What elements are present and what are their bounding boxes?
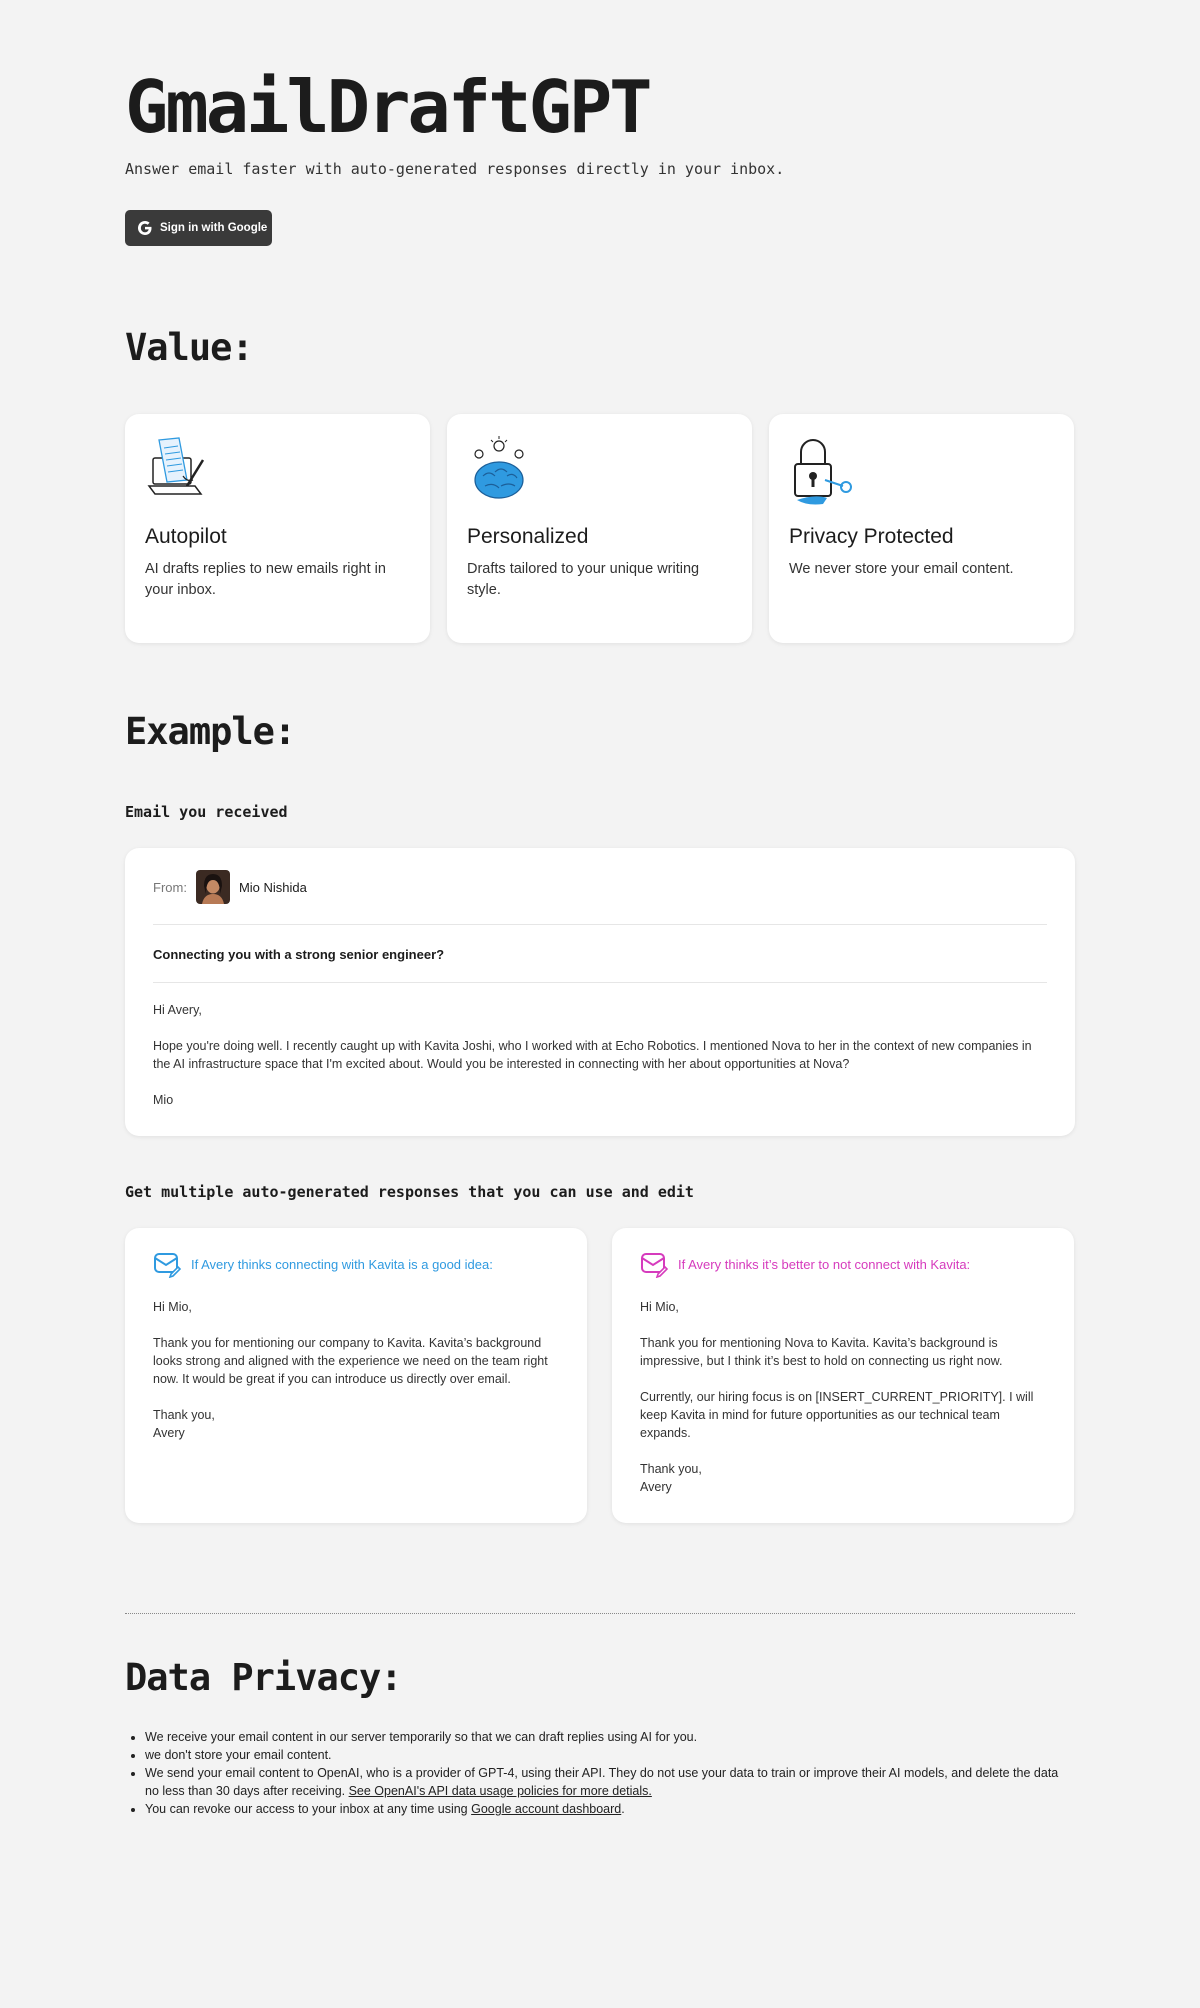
value-card-desc: Drafts tailored to your unique writing s… bbox=[467, 561, 700, 598]
value-card-privacy: Privacy Protected We never store your em… bbox=[769, 414, 1074, 643]
privacy-item-text: We receive your email content in our ser… bbox=[145, 1730, 698, 1744]
response-heading: If Avery thinks connecting with Kavita i… bbox=[191, 1256, 493, 1272]
value-card-title: Personalized bbox=[467, 525, 589, 548]
value-card-title: Autopilot bbox=[145, 525, 227, 548]
privacy-item-text: . bbox=[621, 1802, 625, 1816]
response-card-positive: If Avery thinks connecting with Kavita i… bbox=[125, 1228, 587, 1523]
response-paragraph: Thank you for mentioning our company to … bbox=[153, 1336, 548, 1386]
value-heading: Value: bbox=[125, 326, 254, 369]
brain-illustration-icon bbox=[474, 436, 524, 499]
value-card-desc: AI drafts replies to new emails right in… bbox=[145, 561, 386, 598]
page-title: GmailDraftGPT bbox=[125, 65, 653, 149]
privacy-item-text: You can revoke our access to your inbox … bbox=[145, 1802, 472, 1816]
value-card-personalized: Personalized Drafts tailored to your uni… bbox=[447, 414, 752, 643]
response-body: Hi Mio, Thank you for mentioning our com… bbox=[153, 1298, 559, 1442]
example-heading: Example: bbox=[125, 710, 296, 753]
privacy-heading: Data Privacy: bbox=[125, 1656, 403, 1699]
value-card-desc: We never store your email content. bbox=[789, 561, 1014, 577]
page-subtitle: Answer email faster with auto-generated … bbox=[125, 160, 785, 178]
privacy-item: we don't store your email content. bbox=[145, 1746, 1075, 1764]
sender-avatar bbox=[195, 870, 230, 904]
email-greeting: Hi Avery, bbox=[153, 1003, 202, 1017]
sender-name: Mio Nishida bbox=[238, 879, 307, 895]
privacy-item: We receive your email content in our ser… bbox=[145, 1728, 1075, 1746]
responses-row: If Avery thinks connecting with Kavita i… bbox=[125, 1228, 1075, 1523]
response-card-negative: If Avery thinks it’s better to not conne… bbox=[612, 1228, 1074, 1523]
email-subject: Connecting you with a strong senior engi… bbox=[153, 947, 445, 962]
email-from-row: From: Mio Nishida bbox=[153, 870, 1047, 904]
received-email-card: From: Mio Nishida Connecting you with a … bbox=[125, 848, 1075, 1136]
privacy-item-text: we don't store your email content. bbox=[145, 1748, 332, 1762]
response-signoff: Thank you, Avery bbox=[640, 1462, 702, 1494]
response-header: If Avery thinks connecting with Kavita i… bbox=[153, 1250, 559, 1278]
autopilot-illustration-icon bbox=[147, 437, 205, 495]
privacy-list: We receive your email content in our ser… bbox=[125, 1728, 1075, 1818]
response-paragraph: Thank you for mentioning Nova to Kavita.… bbox=[640, 1336, 1003, 1368]
response-signoff: Thank you, Avery bbox=[153, 1408, 215, 1440]
email-received-label: Email you received bbox=[125, 803, 288, 821]
email-signoff: Mio bbox=[153, 1093, 174, 1107]
response-heading: If Avery thinks it’s better to not conne… bbox=[678, 1256, 971, 1272]
from-label: From: bbox=[153, 879, 187, 895]
value-card-autopilot: Autopilot AI drafts replies to new email… bbox=[125, 414, 430, 643]
response-body: Hi Mio, Thank you for mentioning Nova to… bbox=[640, 1298, 1046, 1496]
value-card-title: Privacy Protected bbox=[789, 525, 954, 548]
response-greeting: Hi Mio, bbox=[153, 1300, 192, 1314]
padlock-illustration-icon bbox=[794, 439, 852, 505]
envelope-edit-icon bbox=[154, 1253, 181, 1278]
openai-policy-link[interactable]: See OpenAI's API data usage policies for… bbox=[349, 1784, 652, 1798]
section-divider bbox=[125, 1613, 1075, 1614]
email-paragraph: Hope you're doing well. I recently caugh… bbox=[153, 1039, 1032, 1071]
email-body: Hi Avery, Hope you're doing well. I rece… bbox=[153, 983, 1047, 1109]
response-greeting: Hi Mio, bbox=[640, 1300, 679, 1314]
response-header: If Avery thinks it’s better to not conne… bbox=[640, 1250, 1046, 1278]
sign-in-label: Sign in with Google bbox=[160, 222, 268, 234]
google-account-dashboard-link[interactable]: Google account dashboard bbox=[471, 1802, 621, 1816]
responses-label: Get multiple auto-generated responses th… bbox=[125, 1183, 694, 1201]
response-paragraph: Currently, our hiring focus is on [INSER… bbox=[640, 1390, 1034, 1440]
value-cards: Autopilot AI drafts replies to new email… bbox=[125, 414, 1075, 643]
envelope-edit-icon bbox=[641, 1253, 668, 1278]
sign-in-with-google-button[interactable]: Sign in with Google bbox=[125, 210, 272, 246]
google-g-icon bbox=[138, 221, 152, 235]
privacy-item: We send your email content to OpenAI, wh… bbox=[145, 1764, 1075, 1800]
privacy-item: You can revoke our access to your inbox … bbox=[145, 1800, 1075, 1818]
